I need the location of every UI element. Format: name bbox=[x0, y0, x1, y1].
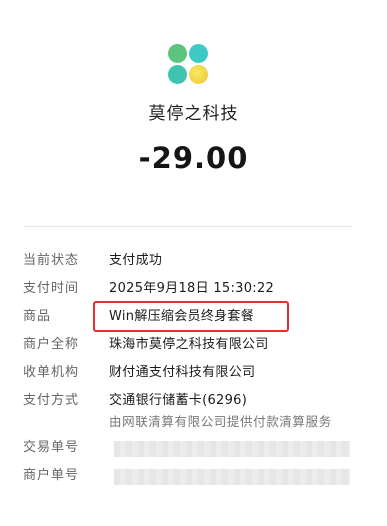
logo-dot-bottom-left bbox=[168, 65, 187, 84]
goods-value: Win解压缩会员终身套餐 bbox=[109, 309, 255, 324]
pay-time-label: 支付时间 bbox=[23, 281, 80, 296]
detail-row-goods: 商品 Win解压缩会员终身套餐 bbox=[0, 301, 387, 332]
logo-dot-top-right bbox=[189, 44, 208, 63]
pay-method-value: 交通银行储蓄卡(6296) bbox=[109, 393, 248, 408]
detail-row-pay-time: 支付时间 2025年9月18日 15:30:22 bbox=[0, 278, 387, 303]
merchant-number-masked bbox=[114, 469, 350, 485]
status-label: 当前状态 bbox=[23, 253, 80, 268]
detail-row-status: 当前状态 支付成功 bbox=[0, 250, 387, 275]
clearing-note-value: 由网联清算有限公司提供付款清算服务 bbox=[109, 414, 332, 429]
payment-amount: -29.00 bbox=[138, 141, 249, 175]
transaction-number-masked bbox=[114, 441, 350, 457]
details-list: 当前状态 支付成功 支付时间 2025年9月18日 15:30:22 商品 Wi… bbox=[0, 250, 387, 485]
merchant-name: 莫停之科技 bbox=[148, 104, 239, 124]
transaction-number-label: 交易单号 bbox=[23, 440, 80, 455]
detail-row-merchant-full-name: 商户全称 珠海市莫停之科技有限公司 bbox=[0, 334, 387, 359]
acquirer-label: 收单机构 bbox=[23, 365, 80, 380]
merchant-full-name-label: 商户全称 bbox=[23, 337, 80, 352]
detail-row-transaction-number: 交易单号 bbox=[0, 437, 387, 462]
logo-dot-bottom-right bbox=[189, 65, 208, 84]
merchant-logo bbox=[166, 42, 212, 88]
detail-row-clearing-note: 由网联清算有限公司提供付款清算服务 bbox=[0, 411, 387, 437]
divider bbox=[24, 226, 353, 227]
detail-row-merchant-number: 商户单号 bbox=[0, 465, 387, 490]
acquirer-value: 财付通支付科技有限公司 bbox=[109, 365, 256, 380]
detail-row-acquirer: 收单机构 财付通支付科技有限公司 bbox=[0, 362, 387, 387]
merchant-number-label: 商户单号 bbox=[23, 468, 80, 483]
status-value: 支付成功 bbox=[109, 253, 163, 268]
pay-method-label: 支付方式 bbox=[23, 393, 80, 408]
logo-dot-top-left bbox=[168, 44, 187, 63]
goods-label: 商品 bbox=[23, 309, 52, 324]
pay-time-value: 2025年9月18日 15:30:22 bbox=[109, 281, 275, 296]
merchant-full-name-value: 珠海市莫停之科技有限公司 bbox=[109, 337, 269, 352]
